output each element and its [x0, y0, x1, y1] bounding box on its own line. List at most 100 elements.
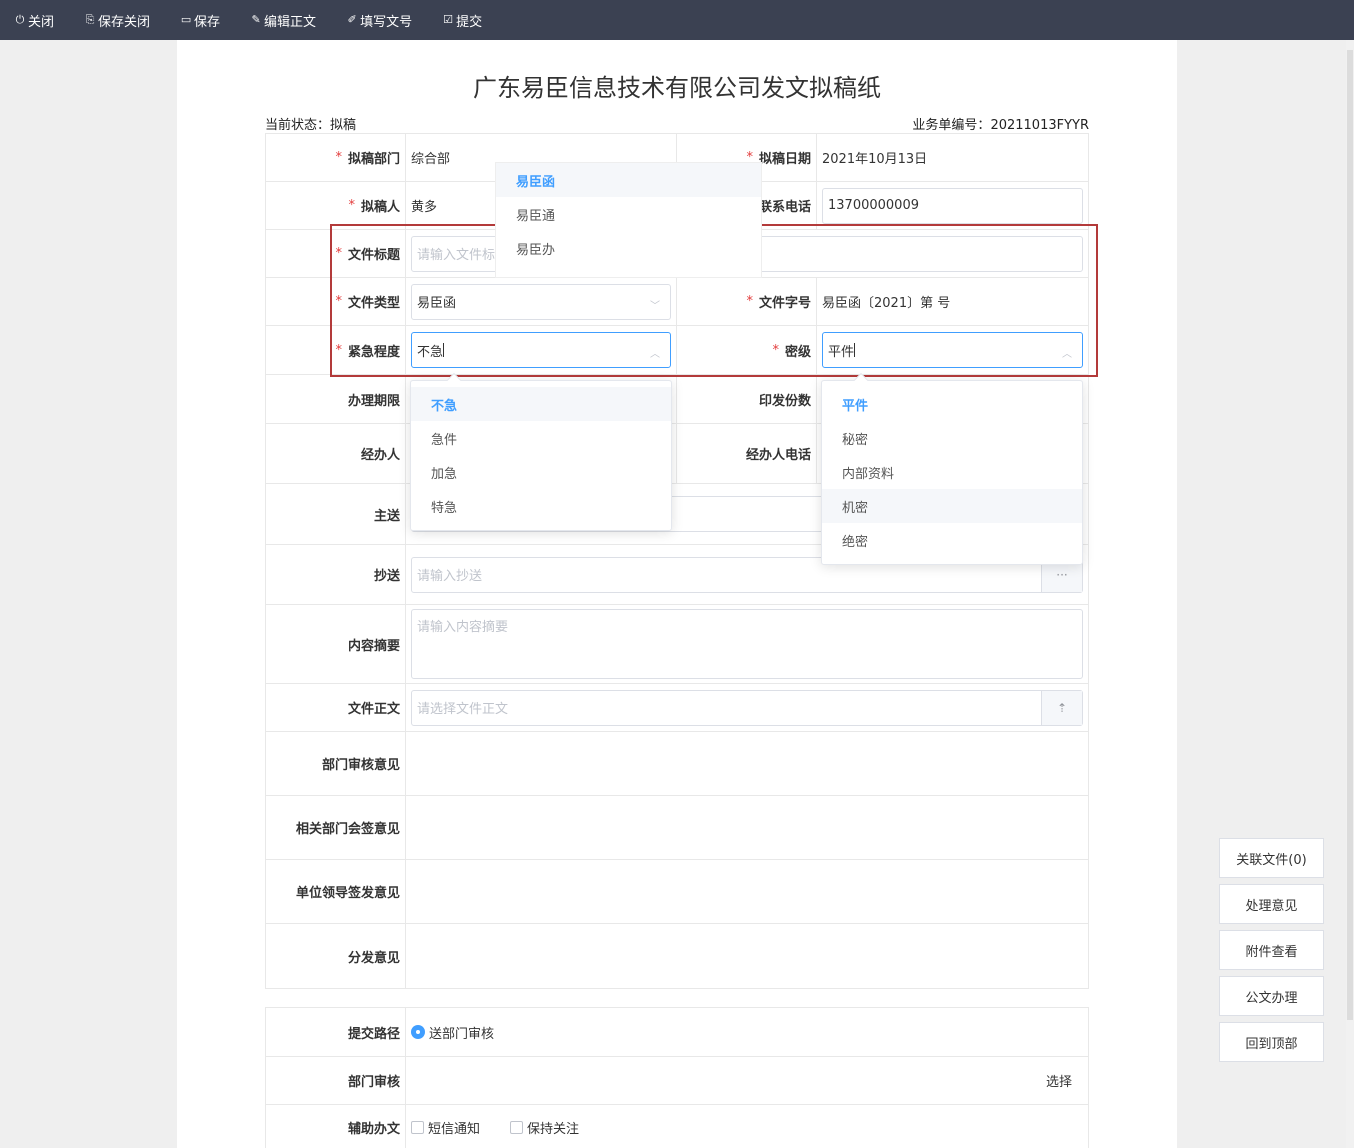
type-option[interactable]: 易臣办: [496, 231, 761, 265]
scrollbar-thumb[interactable]: [1347, 50, 1353, 1020]
urgency-option[interactable]: 加急: [411, 455, 671, 489]
chevron-up-icon: ︿: [650, 349, 660, 360]
form-row: * 文件类型 易臣函 ﹀ * 文件字号 易臣函〔2021〕第 号: [266, 278, 1088, 326]
cc-label: 抄送: [266, 545, 406, 604]
submit-label: 提交: [456, 14, 483, 30]
secret-option[interactable]: 内部资料: [822, 455, 1082, 489]
submit-button[interactable]: ☑ 提交: [442, 11, 482, 30]
save-close-icon: ⎘: [85, 13, 95, 26]
follow-checkbox[interactable]: [510, 1120, 524, 1134]
save-icon: ▭: [180, 13, 192, 26]
back-to-top-button[interactable]: 回到顶部: [1219, 1022, 1324, 1062]
copies-label: 印发份数: [677, 375, 817, 423]
edit-body-label: 编辑正文: [264, 14, 317, 30]
form-row: 辅助办文 短信通知 保持关注: [266, 1105, 1088, 1148]
secret-label: * 密级: [677, 326, 817, 374]
pencil-icon: ✎: [251, 13, 261, 26]
close-label: 关闭: [28, 14, 55, 30]
dept-review-cell: 选择: [406, 1057, 1088, 1104]
form-row: * 紧急程度 不急 ︿ * 密级 平件 ︿: [266, 326, 1088, 375]
dept-review-value: [406, 732, 1088, 795]
assist-label: 辅助办文: [266, 1105, 406, 1148]
form-row: 相关部门会签意见: [266, 796, 1088, 860]
edit-body-button[interactable]: ✎ 编辑正文: [250, 11, 316, 30]
type-cell: 易臣函 ﹀: [406, 278, 677, 325]
save-close-label: 保存关闭: [98, 14, 151, 30]
upload-icon[interactable]: ⇡: [1041, 690, 1082, 725]
type-option[interactable]: 易臣函: [496, 163, 761, 197]
status-value: 拟稿: [330, 118, 357, 133]
check-icon: ☑: [443, 13, 454, 26]
type-label: * 文件类型: [266, 278, 406, 325]
path-options: 送部门审核: [406, 1008, 1088, 1056]
handler-label: 经办人: [266, 424, 406, 483]
biz-number: 业务单编号：20211013FYYR: [912, 114, 1089, 133]
biz-number-value: 20211013FYYR: [990, 118, 1089, 133]
fill-number-button[interactable]: ✐ 填写文号: [346, 11, 412, 30]
leader-value: [406, 860, 1088, 923]
handler-phone-label: 经办人电话: [677, 424, 817, 483]
draft-date-value: 2021年10月13日: [822, 152, 928, 167]
form-row: 部门审核 选择: [266, 1057, 1088, 1105]
power-icon: ⏻: [15, 13, 25, 26]
form-row: 部门审核意见: [266, 732, 1088, 796]
cosign-label: 相关部门会签意见: [266, 796, 406, 859]
dispatch-value: [406, 924, 1088, 988]
form-row: 文件正文 请选择文件正文 ⇡: [266, 684, 1088, 732]
secret-select[interactable]: 平件 ︿: [822, 332, 1083, 368]
dept-review-label: 部门审核意见: [266, 732, 406, 795]
select-link[interactable]: 选择: [1046, 1071, 1072, 1090]
urgency-option[interactable]: 特急: [411, 489, 671, 523]
opinion-button[interactable]: 处理意见: [1219, 884, 1324, 924]
form-row: 提交路径 送部门审核: [266, 1008, 1088, 1057]
drafter-label: * 拟稿人: [266, 182, 406, 229]
summary-textarea[interactable]: 请输入内容摘要: [411, 609, 1083, 679]
type-dropdown: 易臣函 易臣通 易臣办: [495, 162, 762, 278]
title-label: * 文件标题: [266, 230, 406, 277]
close-button[interactable]: ⏻ 关闭: [14, 11, 54, 30]
path-option-label[interactable]: 送部门审核: [429, 1023, 494, 1042]
cosign-value: [406, 796, 1088, 859]
phone-input[interactable]: 13700000009: [822, 187, 1083, 224]
fill-number-label: 填写文号: [360, 14, 413, 30]
follow-label: 保持关注: [527, 1121, 580, 1137]
urgency-option[interactable]: 急件: [411, 421, 671, 455]
urgency-select[interactable]: 不急 ︿: [411, 332, 671, 368]
dispatch-label: 分发意见: [266, 924, 406, 988]
secret-option[interactable]: 机密: [822, 489, 1082, 523]
save-label: 保存: [194, 14, 221, 30]
phone-cell: 13700000009: [817, 182, 1088, 229]
edit-box-icon: ✐: [347, 13, 357, 26]
secret-option[interactable]: 秘密: [822, 421, 1082, 455]
body-label: 文件正文: [266, 684, 406, 731]
urgency-option[interactable]: 不急: [411, 387, 671, 421]
secret-option[interactable]: 绝密: [822, 523, 1082, 557]
summary-cell: 请输入内容摘要: [406, 605, 1088, 683]
save-close-button[interactable]: ⎘ 保存关闭: [84, 11, 150, 30]
secret-option[interactable]: 平件: [822, 387, 1082, 421]
path-label: 提交路径: [266, 1008, 406, 1056]
toolbar: ⏻ 关闭 ⎘ 保存关闭 ▭ 保存 ✎ 编辑正文 ✐ 填写文号 ☑ 提交: [0, 0, 1354, 40]
body-input[interactable]: 请选择文件正文 ⇡: [411, 689, 1083, 726]
save-button[interactable]: ▭ 保存: [180, 11, 220, 30]
form-row: 内容摘要 请输入内容摘要: [266, 605, 1088, 684]
type-select[interactable]: 易臣函 ﹀: [411, 283, 671, 320]
attachments-button[interactable]: 附件查看: [1219, 930, 1324, 970]
sms-checkbox[interactable]: [411, 1120, 424, 1134]
related-files-button[interactable]: 关联文件(0): [1219, 838, 1324, 878]
sms-label: 短信通知: [428, 1121, 481, 1137]
form-row: 分发意见: [266, 924, 1088, 988]
body-cell: 请选择文件正文 ⇡: [406, 684, 1088, 731]
type-option[interactable]: 易臣通: [496, 197, 761, 231]
radio-checked[interactable]: [411, 1025, 425, 1039]
draft-dept-label: * 拟稿部门: [266, 134, 406, 181]
assist-options: 短信通知 保持关注: [406, 1105, 1088, 1148]
leader-label: 单位领导签发意见: [266, 860, 406, 923]
urgency-cell: 不急 ︿: [406, 326, 677, 374]
process-button[interactable]: 公文办理: [1219, 976, 1324, 1016]
main-send-label: 主送: [266, 484, 406, 544]
dept-review-label: 部门审核: [266, 1057, 406, 1104]
scrollbar[interactable]: [1346, 40, 1354, 1148]
biz-number-label: 业务单编号：: [912, 118, 991, 133]
status-label: 当前状态：: [265, 118, 331, 133]
